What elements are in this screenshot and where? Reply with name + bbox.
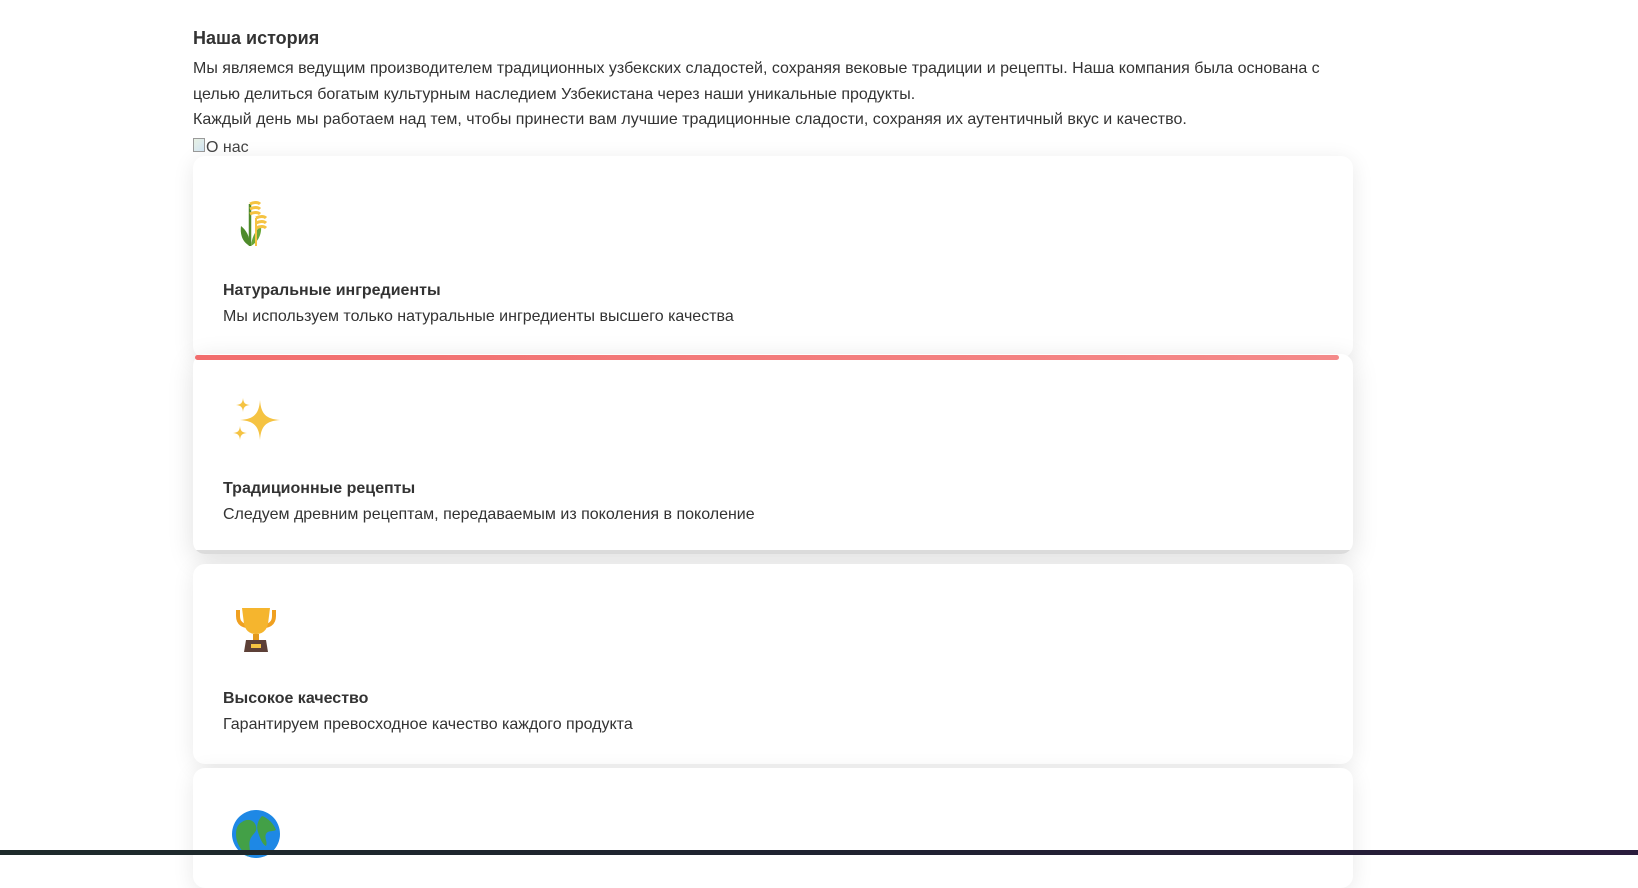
- feature-card-natural-ingredients[interactable]: Натуральные ингредиенты Мы используем то…: [193, 156, 1353, 358]
- about-section: Наша история Мы являемся ведущим произво…: [193, 26, 1353, 160]
- trophy-icon: [236, 608, 276, 652]
- feature-card-high-quality[interactable]: Высокое качество Гарантируем превосходно…: [193, 564, 1353, 764]
- about-title: Наша история: [193, 28, 320, 48]
- about-paragraph-2: Каждый день мы работаем над тем, чтобы п…: [193, 111, 1187, 128]
- about-image-alt: О нас: [206, 138, 249, 156]
- feature-description: Мы используем только натуральные ингреди…: [223, 308, 734, 325]
- feature-title: Натуральные ингредиенты: [223, 282, 441, 299]
- feature-description: Гарантируем превосходное качество каждог…: [223, 716, 633, 733]
- card-accent-bar: [195, 355, 1339, 360]
- sparkles-icon: [233, 398, 280, 440]
- about-paragraph-1: Мы являемся ведущим производителем тради…: [193, 60, 1320, 103]
- feature-description: Следуем древним рецептам, передаваемым и…: [223, 506, 755, 523]
- footer-edge: [0, 850, 1638, 855]
- feature-card-globe[interactable]: [193, 768, 1353, 888]
- feature-title: Традиционные рецепты: [223, 480, 416, 497]
- about-image: О нас: [193, 137, 249, 158]
- feature-title: Высокое качество: [223, 690, 369, 707]
- broken-image-icon: [193, 137, 205, 152]
- wheat-icon: [240, 201, 268, 246]
- feature-card-traditional-recipes[interactable]: Традиционные рецепты Следуем древним рец…: [193, 354, 1353, 554]
